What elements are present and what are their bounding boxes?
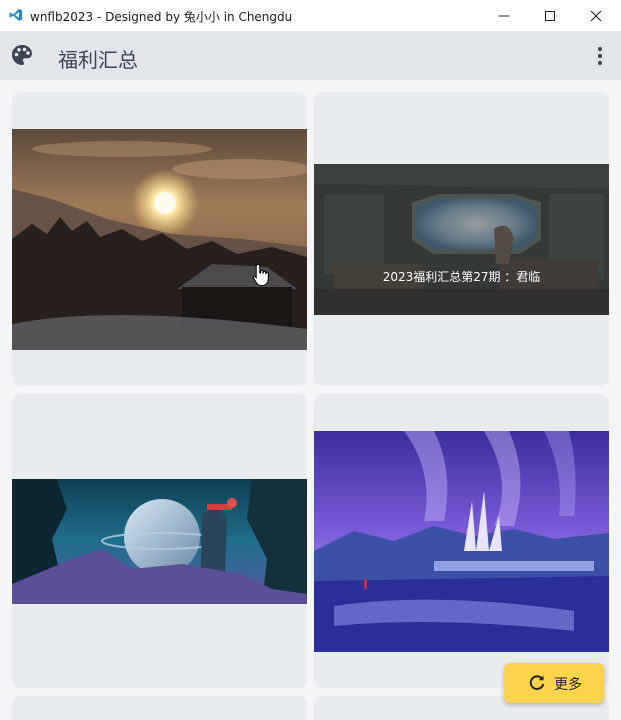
card-caption: 2023福利汇总第27期 ：君临 <box>382 270 541 284</box>
title-bar: wnflb2023 - Designed by 兔小小 in Chengdu <box>0 0 621 32</box>
card-image-sunset <box>12 129 307 350</box>
vscode-icon <box>9 9 22 21</box>
close-icon <box>590 10 602 22</box>
image-card[interactable] <box>12 696 307 720</box>
minimize-button[interactable] <box>481 0 527 31</box>
load-more-label: 更多 <box>554 677 582 693</box>
hand-cursor-icon <box>252 263 269 286</box>
card-image-alien-planet <box>12 479 307 604</box>
maximize-button[interactable] <box>527 0 573 31</box>
maximize-icon <box>545 11 555 21</box>
image-card[interactable] <box>12 92 307 386</box>
load-more-button[interactable]: 更多 <box>504 663 604 703</box>
image-card[interactable]: 2023福利汇总第27期 ：君临 <box>314 92 609 386</box>
card-image-cockpit: 2023福利汇总第27期 ：君临 <box>314 164 609 315</box>
app-bar: 福利汇总 <box>0 32 621 80</box>
close-button[interactable] <box>573 0 619 31</box>
image-grid: 2023福利汇总第27期 ：君临 <box>0 80 621 720</box>
page-title: 福利汇总 <box>58 48 138 72</box>
caption-overlay <box>314 164 609 315</box>
card-image-aurora <box>314 431 609 652</box>
minimize-icon <box>499 15 509 17</box>
window-title: wnflb2023 - Designed by 兔小小 in Chengdu <box>30 10 293 24</box>
refresh-icon <box>529 675 545 690</box>
palette-icon[interactable] <box>11 44 33 66</box>
image-card[interactable] <box>314 394 609 688</box>
image-card[interactable] <box>12 394 307 688</box>
more-vert-icon[interactable] <box>589 45 611 67</box>
